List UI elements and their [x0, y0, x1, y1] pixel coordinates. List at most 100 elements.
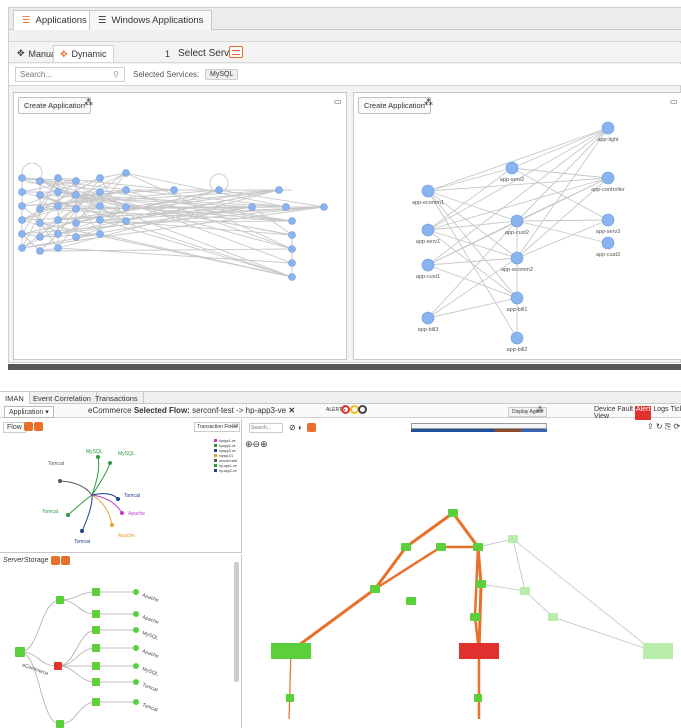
stack-icon: ☰ — [22, 15, 31, 26]
legend-entry: hpapp1-ve — [219, 439, 236, 443]
flow-node — [80, 529, 84, 533]
service-node — [133, 611, 139, 617]
legend-swatch — [214, 444, 217, 447]
mode-dynamic[interactable]: ✥ Dynamic — [53, 45, 114, 62]
faint-edge — [552, 616, 654, 652]
scrollbar[interactable] — [234, 562, 239, 682]
sub-toolbar — [9, 30, 681, 42]
flow-edge — [67, 494, 93, 516]
topology-node — [96, 174, 104, 182]
tree-root-label: eCommerce — [21, 662, 49, 677]
server-tree-box: Server Storage Apache Apache MySQL Apache My… — [0, 554, 242, 728]
faint-edge — [477, 538, 514, 548]
topology-node — [36, 205, 44, 213]
tab-applications[interactable]: ☰ Applications — [13, 10, 96, 30]
tab-server[interactable]: Server — [3, 557, 24, 564]
alert-button[interactable]: Alert — [634, 406, 652, 420]
logs-button[interactable]: Logs — [653, 406, 668, 420]
root-node — [15, 647, 25, 657]
topology-node — [421, 223, 435, 237]
cluster-icon[interactable]: ⁂ — [424, 97, 433, 108]
chat-icon[interactable] — [34, 422, 43, 431]
topology-node — [72, 177, 80, 185]
maximize-icon[interactable]: ▭ — [334, 97, 342, 106]
tree-edge — [57, 665, 97, 683]
ticket-button[interactable]: Ticket — [671, 406, 681, 420]
service-node — [133, 679, 139, 685]
server-node — [92, 662, 100, 670]
topology-node — [421, 258, 435, 272]
faded-topology-node — [508, 535, 518, 543]
device-view-button[interactable]: Device View — [594, 406, 615, 420]
topology-node — [122, 203, 130, 211]
tab-iman[interactable]: IMAN — [0, 392, 30, 404]
topology-node — [421, 311, 435, 325]
flow-title: eCommerce Selected Flow: serconf-test ->… — [88, 406, 296, 415]
server-node — [92, 678, 100, 686]
topology-node — [72, 205, 80, 213]
topology-node — [122, 186, 130, 194]
flow-node — [108, 461, 112, 465]
create-application-button[interactable]: Create Application — [358, 97, 431, 114]
application-dropdown[interactable]: Application ▾ — [4, 406, 54, 418]
close-icon[interactable]: ✕ — [288, 406, 295, 415]
bottom-tab-bar: IMAN Event Correlation Transactions — [0, 392, 681, 404]
maximize-icon[interactable]: ▭ — [232, 421, 239, 429]
create-application-button[interactable]: Create Application — [18, 97, 91, 114]
topology-edge — [427, 297, 518, 319]
selected-services-label: Selected Services: — [133, 70, 200, 79]
selected-service-tag[interactable]: MySQL — [205, 69, 239, 80]
maximize-icon[interactable]: ▭ — [670, 97, 678, 106]
fault-button[interactable]: Fault — [617, 406, 633, 420]
tab-windows-applications[interactable]: ☰ Windows Applications — [89, 10, 213, 30]
mode-bar: ✥ Manual ✥ Dynamic 1 Select Service — [9, 43, 681, 63]
server-node — [92, 626, 100, 634]
topology-node — [601, 213, 615, 227]
edit-icon[interactable] — [24, 422, 33, 431]
flow-diagram: Tomcat MySQL MySQL Tomcat Apache Apache Tomcat… — [42, 439, 237, 545]
flow-node-label: Apache — [128, 511, 145, 517]
edit-icon[interactable] — [51, 556, 60, 565]
topology-node-label: app-serv3 — [596, 229, 620, 235]
cluster-icon[interactable]: ⁂ — [84, 97, 93, 108]
mid-node — [56, 596, 64, 604]
legend-entry: serconf-test — [219, 459, 237, 463]
cluster-icon[interactable]: ⁂ — [536, 405, 544, 414]
server-node — [92, 698, 100, 706]
topology-node — [510, 214, 524, 228]
chat-icon[interactable] — [61, 556, 70, 565]
topology-node — [215, 186, 223, 194]
flow-node — [110, 523, 114, 527]
topology-node — [36, 219, 44, 227]
tree-edge — [57, 629, 97, 667]
topology-node-label: app-serv1 — [416, 239, 440, 245]
legend-entry: mysql-01 — [219, 454, 233, 458]
legend-swatch — [214, 439, 217, 442]
tab-event-correlation[interactable]: Event Correlation — [28, 392, 97, 404]
topology-node — [54, 230, 62, 238]
tree-edge — [59, 599, 97, 615]
critical-alert-icon[interactable] — [341, 405, 350, 414]
tab-transactions[interactable]: Transactions — [90, 392, 144, 404]
topology-node — [72, 191, 80, 199]
topology-node — [505, 161, 519, 175]
topology-node — [601, 121, 615, 135]
topology-node — [473, 543, 483, 551]
tree-item-label: MySQL — [141, 630, 159, 641]
service-node — [133, 663, 139, 669]
chat-icon[interactable] — [229, 46, 243, 58]
flow-label: Flow — [3, 422, 26, 433]
topology-node — [474, 694, 482, 702]
topology-edge — [516, 127, 609, 259]
legend-entry: hpapp2-ve — [219, 444, 236, 448]
application-discovery-panel: ☰ Applications ☰ Windows Applications ✥ … — [8, 7, 681, 363]
search-input[interactable] — [15, 67, 125, 82]
info-alert-icon[interactable] — [358, 405, 367, 414]
tree-item-label: Apache — [141, 592, 159, 604]
top-tab-bar: ☰ Applications ☰ Windows Applications — [9, 8, 681, 30]
topology-node — [288, 245, 296, 253]
tab-storage[interactable]: Storage — [24, 557, 49, 564]
active-flow-path — [374, 545, 481, 652]
topology-node — [54, 188, 62, 196]
flow-node — [66, 513, 70, 517]
